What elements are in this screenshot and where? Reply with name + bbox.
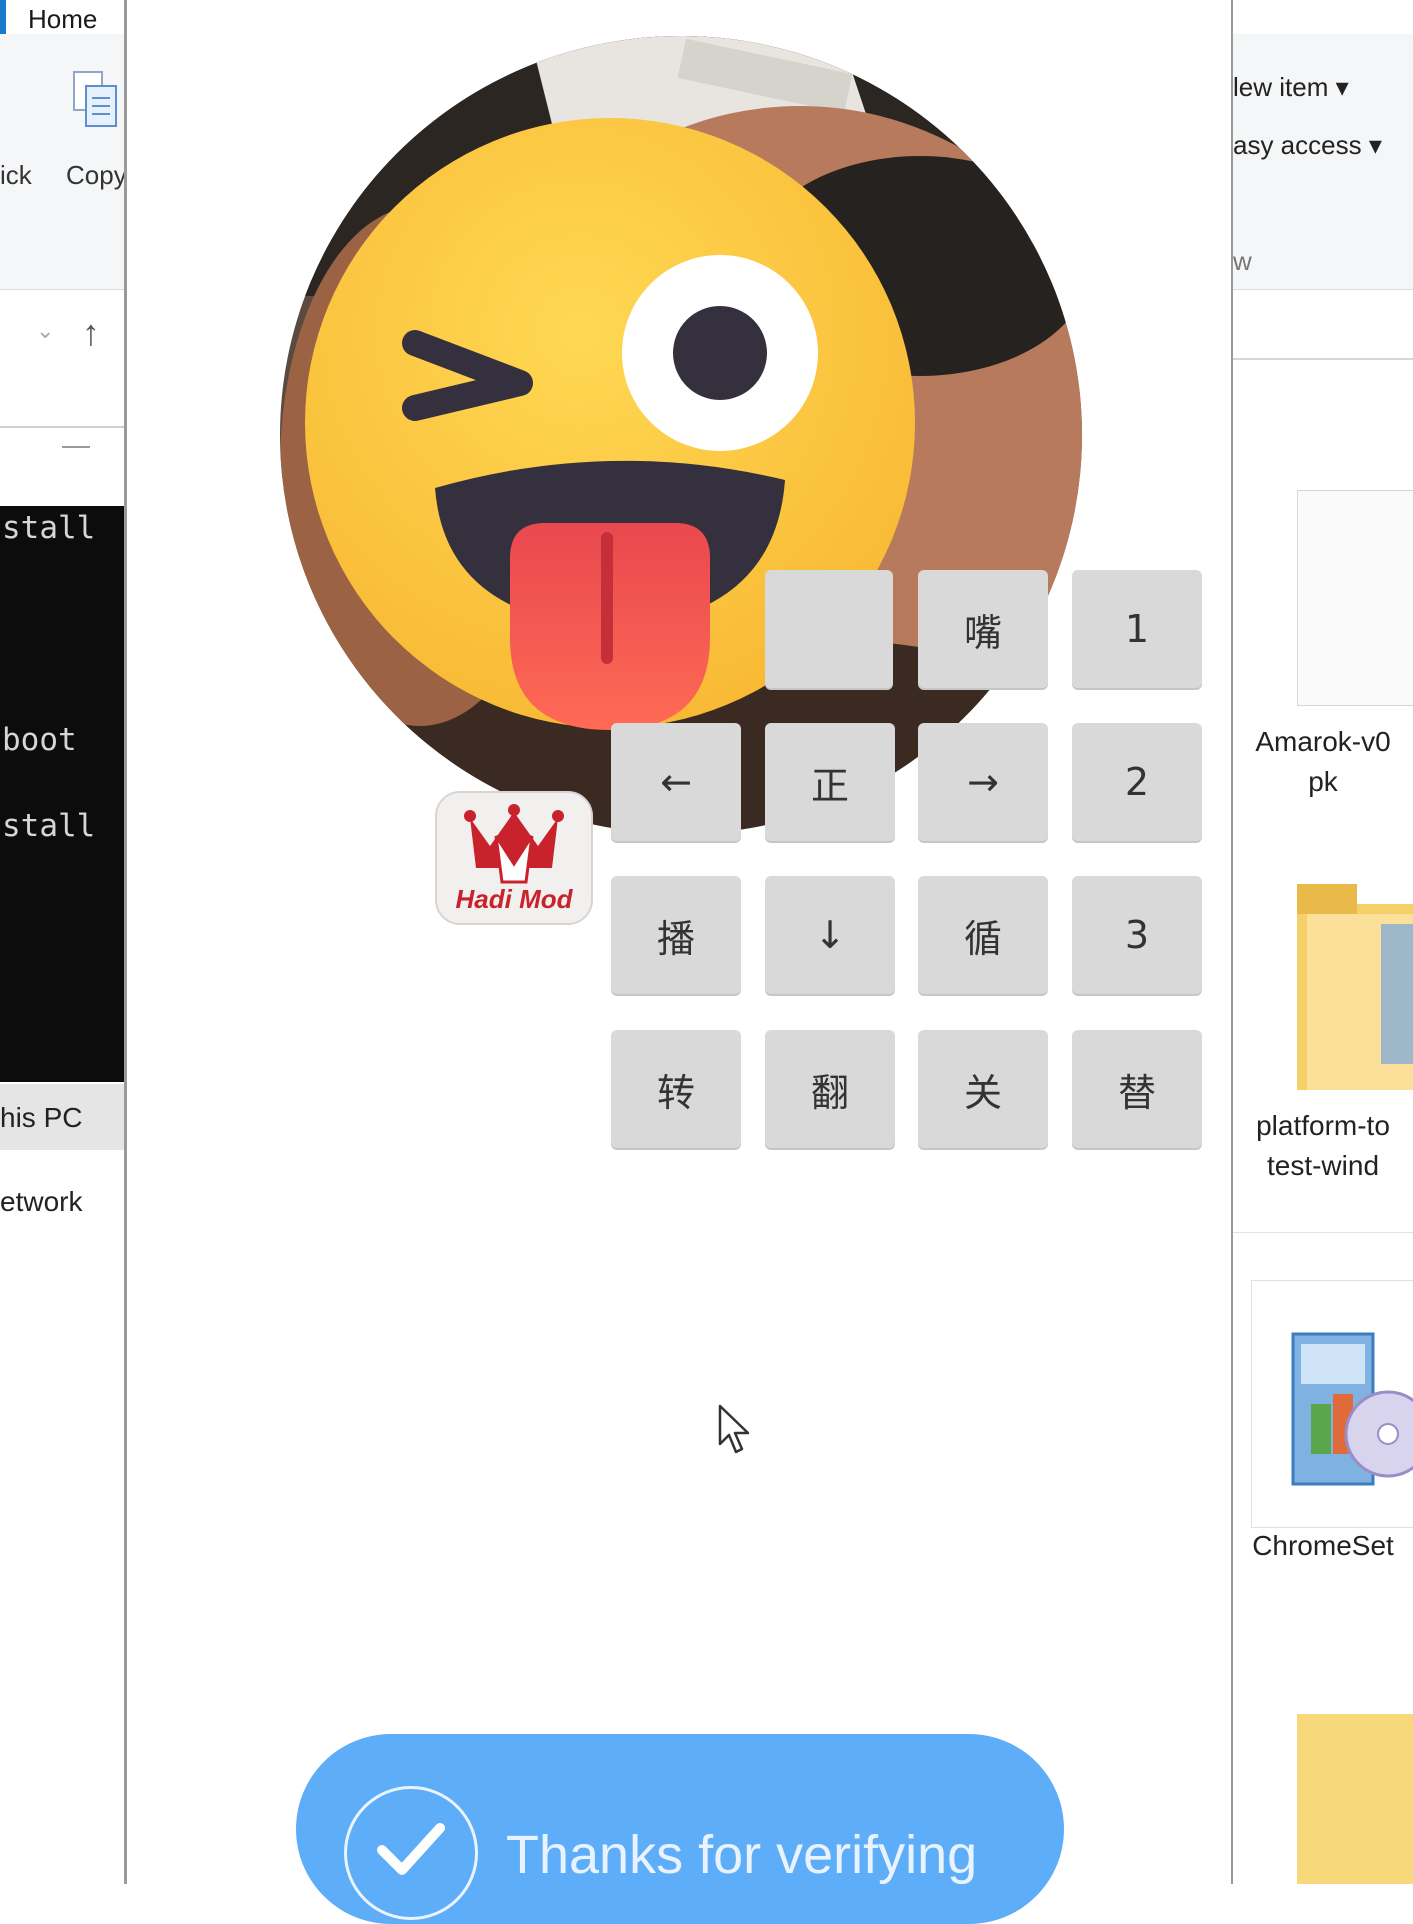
keypad-key[interactable]: ↓: [765, 876, 895, 994]
folder-icon[interactable]: [1297, 1714, 1413, 1884]
verify-status-text: Thanks for verifying: [506, 1825, 978, 1885]
keypad-key[interactable]: 嘴: [918, 570, 1048, 688]
address-bar-area: [0, 290, 126, 428]
home-tab[interactable]: Home: [28, 4, 97, 35]
folder-icon[interactable]: [1297, 884, 1413, 1090]
keypad-key[interactable]: [765, 570, 893, 688]
new-item-button[interactable]: lew item ▾: [1233, 72, 1349, 103]
checkmark-icon: [377, 1823, 445, 1875]
up-arrow-icon[interactable]: ↑: [82, 312, 100, 354]
logo-text: Hadi Mod: [456, 884, 574, 914]
keypad-key[interactable]: 3: [1072, 876, 1202, 994]
apk-file-icon[interactable]: [1297, 490, 1413, 706]
installer-icon[interactable]: [1283, 1304, 1413, 1504]
file-label[interactable]: platform-to: [1233, 1108, 1413, 1144]
keypad-key[interactable]: ←: [611, 723, 741, 841]
chevron-down-icon[interactable]: ⌄: [36, 318, 54, 344]
hadi-mod-logo: Hadi Mod: [435, 791, 593, 925]
left-explorer-window: Home ick Copy ⌄ ↑ stall boot stall his P…: [0, 0, 126, 1884]
keypad-key[interactable]: →: [918, 723, 1048, 841]
file-label[interactable]: ChromeSet: [1233, 1528, 1413, 1564]
keypad-key[interactable]: 关: [918, 1030, 1048, 1148]
keypad-key[interactable]: 转: [611, 1030, 741, 1148]
keypad-key[interactable]: 翻: [765, 1030, 895, 1148]
easy-access-button[interactable]: asy access ▾: [1233, 130, 1382, 161]
quick-access-label[interactable]: ick: [0, 160, 32, 191]
console-line: stall: [2, 808, 96, 844]
file-label[interactable]: Amarok-v0: [1233, 724, 1413, 760]
file-tab-edge[interactable]: [0, 0, 6, 34]
keypad-key[interactable]: 循: [918, 876, 1048, 994]
keypad-key[interactable]: 2: [1072, 723, 1202, 841]
divider: [1233, 1232, 1413, 1233]
keypad-key[interactable]: 1: [1072, 570, 1202, 688]
keypad-key[interactable]: 替: [1072, 1030, 1202, 1148]
console-line: stall: [2, 510, 96, 546]
keypad-key[interactable]: 正: [765, 723, 895, 841]
minimize-icon[interactable]: [62, 446, 90, 448]
nav-item-label[interactable]: his PC: [0, 1102, 82, 1134]
ribbon-group-label: w: [1233, 246, 1252, 276]
console-line: boot: [2, 722, 77, 758]
mouse-cursor-icon: [718, 1404, 750, 1454]
right-explorer-window: lew item ▾ asy access ▾ w Amarok-v0 pk p…: [1233, 0, 1413, 1884]
file-label[interactable]: pk: [1233, 764, 1413, 800]
console-window: stall boot stall: [0, 506, 126, 1082]
file-label[interactable]: test-wind: [1233, 1148, 1413, 1184]
copy-label[interactable]: Copy: [66, 160, 126, 191]
keypad-key[interactable]: 播: [611, 876, 741, 994]
nav-item-network[interactable]: etwork: [0, 1186, 82, 1218]
copy-icon[interactable]: [72, 70, 118, 128]
